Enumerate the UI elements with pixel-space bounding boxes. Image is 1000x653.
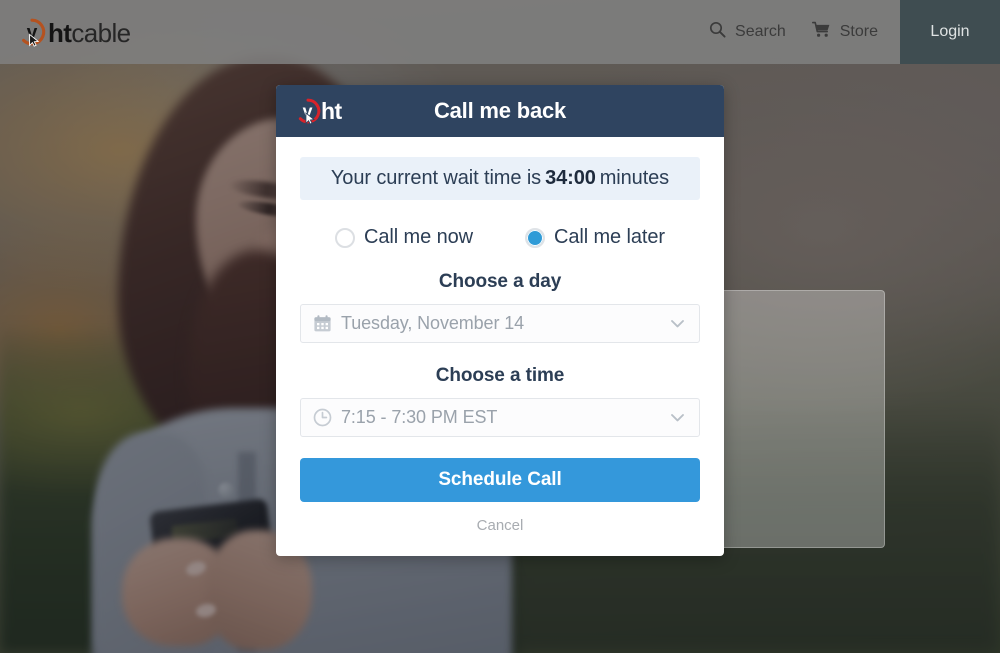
radio-option-call-me-now[interactable]: Call me now — [335, 226, 473, 249]
wait-time-value: 34:00 — [545, 167, 596, 189]
wait-time-prefix: Your current wait time is — [330, 167, 542, 189]
nav-item-store-label: Store — [839, 23, 878, 40]
wait-time-suffix: minutes — [599, 167, 670, 189]
chevron-down-icon — [669, 315, 686, 332]
brand-bold-text: ht — [48, 18, 72, 48]
modal-brand-text: ht — [321, 97, 342, 124]
modal-body: Your current wait time is 34:00 minutes … — [276, 137, 724, 556]
day-select-value: Tuesday, November 14 — [341, 313, 525, 333]
call-timing-radio-group: Call me now Call me later — [300, 226, 700, 249]
radio-option-call-me-later-label: Call me later — [553, 226, 665, 248]
modal-brand-logo: v ht — [294, 96, 348, 126]
cart-icon — [811, 21, 831, 43]
chevron-down-icon — [669, 409, 686, 426]
radio-button-selected-icon[interactable] — [524, 227, 545, 248]
schedule-call-button[interactable]: Schedule Call — [300, 458, 700, 502]
modal-header: v ht Call me back — [276, 85, 724, 137]
brand-logo[interactable]: v htcable — [0, 0, 131, 64]
top-navigation-bar: v htcable Search Store Login — [0, 0, 1000, 64]
vht-logo-icon: v — [294, 97, 322, 125]
nav-item-search[interactable]: Search — [709, 21, 786, 43]
brand-text: htcable — [48, 20, 131, 46]
vht-logo-icon: v — [17, 17, 47, 47]
calendar-icon — [313, 314, 332, 333]
choose-a-time-label: Choose a time — [435, 365, 565, 386]
radio-option-call-me-later[interactable]: Call me later — [524, 226, 665, 249]
nav-links: Search Store — [709, 0, 900, 64]
screen: starting 5 es including: lte network ed … — [0, 0, 1000, 653]
wait-time-banner: Your current wait time is 34:00 minutes — [300, 157, 700, 200]
time-select-value: 7:15 - 7:30 PM EST — [341, 407, 498, 427]
cancel-link[interactable]: Cancel — [300, 517, 700, 534]
radio-option-call-me-now-label: Call me now — [364, 226, 473, 248]
call-me-back-modal: v ht Call me back Your current wait time… — [276, 85, 724, 556]
brand-light-text: cable — [71, 18, 131, 48]
clock-icon — [313, 408, 332, 427]
search-icon — [709, 21, 726, 43]
choose-a-day-label: Choose a day — [438, 271, 562, 292]
time-select[interactable]: 7:15 - 7:30 PM EST — [300, 398, 700, 437]
nav-item-store[interactable]: Store — [811, 21, 878, 43]
login-button[interactable]: Login — [900, 0, 1000, 64]
radio-button-unselected-icon[interactable] — [335, 227, 356, 248]
nav-item-search-label: Search — [735, 23, 786, 40]
day-select[interactable]: Tuesday, November 14 — [300, 304, 700, 343]
